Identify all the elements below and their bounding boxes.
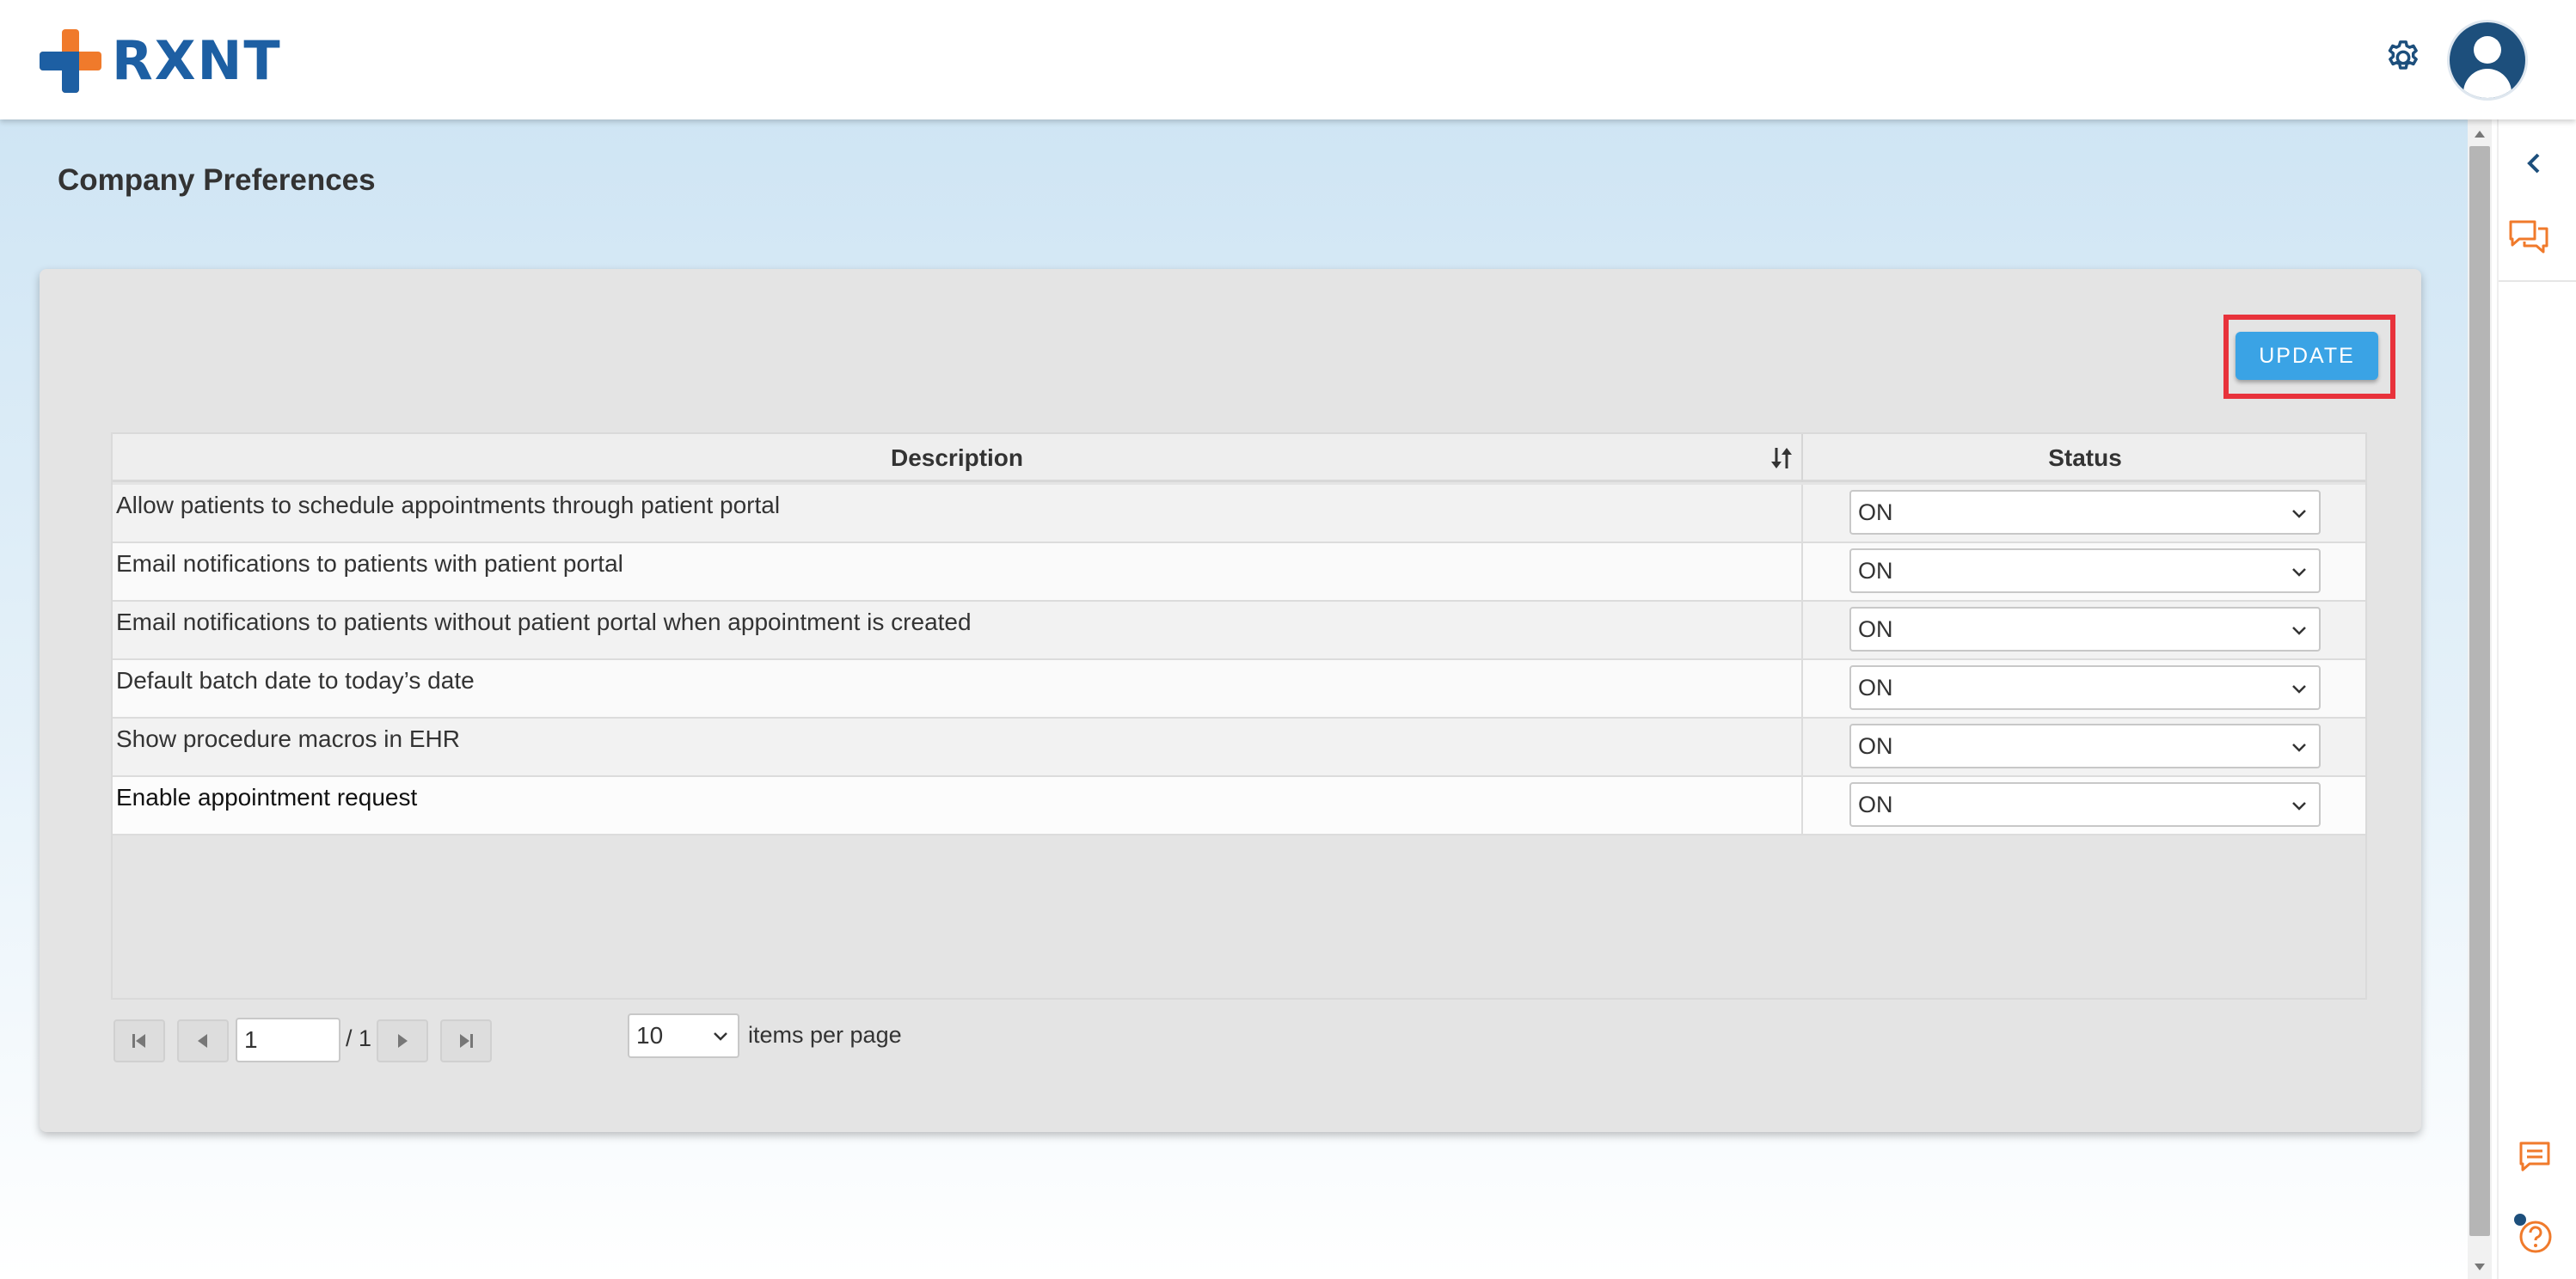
status-cell: ON xyxy=(1805,602,2365,658)
top-bar: RXNT xyxy=(0,0,2576,119)
status-cell: ON xyxy=(1805,660,2365,717)
scroll-down-arrow-icon[interactable] xyxy=(2473,1262,2487,1272)
gear-icon[interactable] xyxy=(2383,38,2423,77)
items-per-page-label: items per page xyxy=(748,1022,902,1048)
table-row: Show procedure macros in EHR ON xyxy=(113,719,2365,777)
chat-bubbles-icon[interactable] xyxy=(2507,217,2550,260)
first-page-icon xyxy=(132,1034,145,1048)
sort-icon[interactable] xyxy=(1769,444,1794,472)
chevron-down-icon xyxy=(714,1032,727,1041)
table-row: Default batch date to today’s date ON xyxy=(113,660,2365,719)
table-row: Email notifications to patients with pat… xyxy=(113,543,2365,602)
status-cell: ON xyxy=(1805,719,2365,775)
rxnt-logo[interactable]: RXNT xyxy=(40,29,282,93)
status-select[interactable]: ON xyxy=(1849,665,2321,710)
page-total: / 1 xyxy=(346,1025,372,1051)
status-select[interactable]: ON xyxy=(1849,607,2321,652)
table-row: Enable appointment request ON xyxy=(113,777,2365,835)
first-page-button[interactable] xyxy=(113,1019,165,1062)
message-icon[interactable] xyxy=(2518,1140,2552,1174)
page-size-select[interactable]: 10 xyxy=(628,1013,739,1058)
column-header-description[interactable]: Description xyxy=(113,434,1803,482)
description-cell: Email notifications to patients with pat… xyxy=(113,543,1803,600)
scrollbar-thumb[interactable] xyxy=(2469,146,2490,1236)
chevron-down-icon xyxy=(2292,744,2306,752)
description-cell: Email notifications to patients without … xyxy=(113,602,1803,658)
status-select[interactable]: ON xyxy=(1849,782,2321,827)
update-button[interactable]: UPDATE xyxy=(2236,332,2378,380)
chevron-down-icon xyxy=(2292,627,2306,635)
logo-cross-icon xyxy=(40,29,101,93)
chevron-down-icon xyxy=(2292,802,2306,811)
next-page-button[interactable] xyxy=(377,1019,428,1062)
table-row: Email notifications to patients without … xyxy=(113,602,2365,660)
column-header-status[interactable]: Status xyxy=(1805,434,2365,482)
user-avatar-icon[interactable] xyxy=(2447,20,2528,101)
page-number-input[interactable]: 1 xyxy=(236,1018,340,1062)
grid-rows: Allow patients to schedule appointments … xyxy=(113,485,2365,835)
status-cell: ON xyxy=(1805,543,2365,600)
chevron-down-icon xyxy=(2292,685,2306,694)
status-cell: ON xyxy=(1805,777,2365,834)
grid-header: Description Status xyxy=(113,434,2365,482)
last-page-icon xyxy=(460,1034,473,1048)
rail-divider xyxy=(2499,280,2576,282)
description-cell: Enable appointment request xyxy=(113,777,1803,834)
chevron-left-icon[interactable] xyxy=(2523,150,2547,177)
last-page-button[interactable] xyxy=(440,1019,492,1062)
previous-page-button[interactable] xyxy=(177,1019,229,1062)
status-select[interactable]: ON xyxy=(1849,548,2321,593)
status-cell: ON xyxy=(1805,485,2365,542)
previous-page-icon xyxy=(198,1034,207,1048)
status-select[interactable]: ON xyxy=(1849,724,2321,768)
right-rail xyxy=(2497,119,2576,1279)
logo-text: RXNT xyxy=(112,29,282,92)
chevron-down-icon xyxy=(2292,568,2306,577)
page-title: Company Preferences xyxy=(58,163,376,197)
preferences-grid: Description Status Allow patients to sch… xyxy=(111,432,2367,1000)
next-page-icon xyxy=(398,1034,408,1048)
description-cell: Default batch date to today’s date xyxy=(113,660,1803,717)
table-row: Allow patients to schedule appointments … xyxy=(113,485,2365,543)
chevron-down-icon xyxy=(2292,510,2306,518)
scroll-up-arrow-icon[interactable] xyxy=(2473,129,2487,139)
description-cell: Allow patients to schedule appointments … xyxy=(113,485,1803,542)
notification-dot xyxy=(2514,1214,2526,1226)
status-select[interactable]: ON xyxy=(1849,490,2321,535)
description-cell: Show procedure macros in EHR xyxy=(113,719,1803,775)
